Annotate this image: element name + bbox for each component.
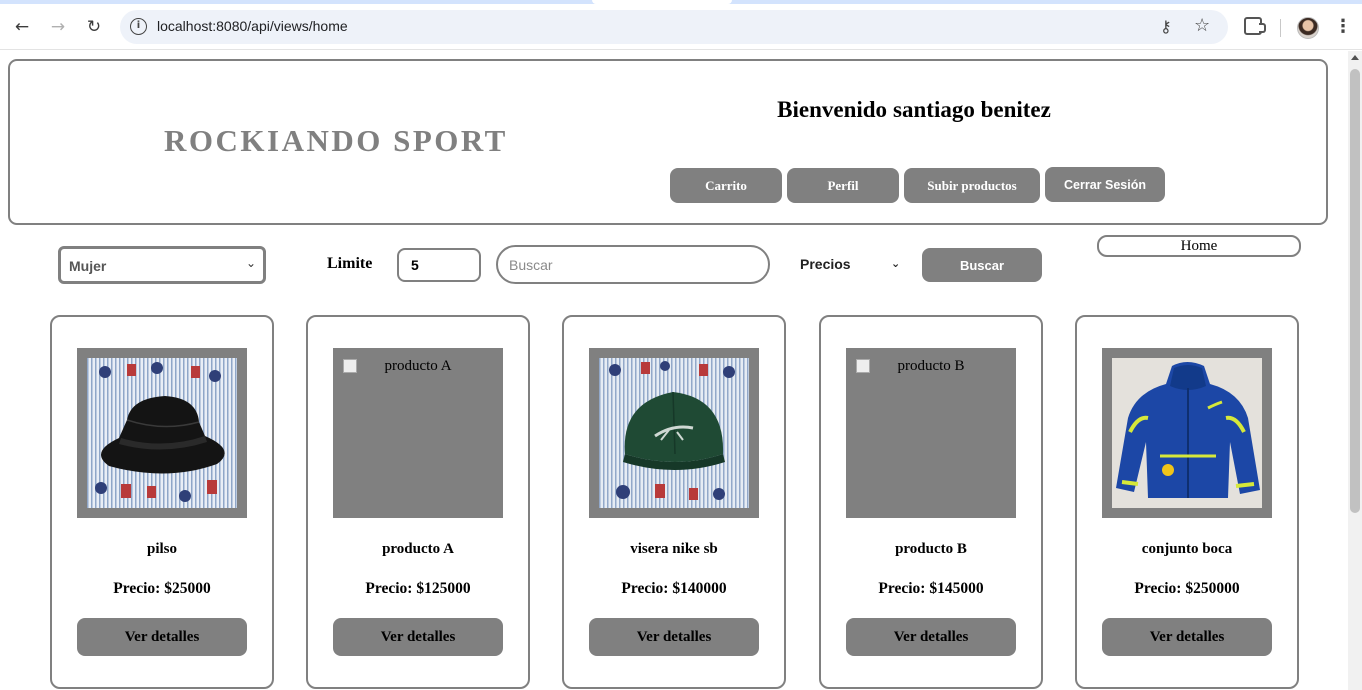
view-details-button[interactable]: Ver detalles	[589, 618, 759, 656]
image-alt-text: producto B	[897, 358, 965, 374]
category-selected-value: Mujer	[69, 258, 107, 274]
product-name: producto A	[382, 541, 454, 557]
product-price: Precio: $25000	[113, 580, 211, 597]
welcome-prefix: Bienvenido	[777, 97, 888, 122]
category-select[interactable]: Mujer ⌄	[58, 246, 266, 284]
profile-avatar[interactable]	[1297, 17, 1319, 39]
price-selected-value: Precios	[800, 256, 851, 272]
welcome-message: Bienvenido santiago benitez	[672, 97, 1162, 123]
browser-toolbar: ← → ↻ i localhost:8080/api/views/home ⚷ …	[0, 4, 1362, 50]
url-text[interactable]: localhost:8080/api/views/home	[157, 18, 348, 34]
home-button[interactable]: Home	[1097, 235, 1301, 257]
product-name: visera nike sb	[630, 541, 718, 557]
product-name: pilso	[146, 541, 177, 557]
forward-arrow-icon[interactable]: →	[46, 15, 70, 39]
chevron-down-icon: ⌄	[891, 257, 901, 270]
limit-input[interactable]: 5	[397, 248, 481, 282]
broken-image-placeholder: producto B	[854, 358, 1008, 375]
search-button[interactable]: Buscar	[922, 248, 1042, 282]
broken-image-icon	[856, 359, 870, 373]
logout-button[interactable]: Cerrar Sesión	[1045, 167, 1165, 202]
product-name: producto B	[895, 541, 967, 557]
cart-button[interactable]: Carrito	[670, 168, 782, 203]
blue-jacket-photo	[1112, 358, 1262, 508]
site-header: ROCKIANDO SPORT Bienvenido santiago benit…	[8, 59, 1328, 225]
browser-menu-icon[interactable]: ⋮	[1334, 15, 1352, 39]
product-price: Precio: $125000	[365, 580, 471, 597]
password-key-icon[interactable]: ⚷	[1160, 17, 1172, 36]
address-bar[interactable]: i localhost:8080/api/views/home ⚷ ☆	[120, 10, 1228, 44]
product-price: Precio: $250000	[1134, 580, 1240, 597]
bucket-hat-photo	[87, 358, 237, 508]
search-placeholder: Buscar	[509, 257, 553, 273]
toolbar-divider	[1280, 19, 1281, 37]
user-name: santiago benitez	[893, 97, 1051, 122]
product-card: producto A producto A Precio: $125000 Ve…	[306, 315, 530, 689]
product-price: Precio: $145000	[878, 580, 984, 597]
price-sort-select[interactable]: Precios ⌄	[800, 256, 904, 276]
page-scrollbar[interactable]	[1348, 51, 1362, 690]
product-image-frame	[589, 348, 759, 518]
limit-label: Limite	[327, 255, 373, 272]
product-price: Precio: $140000	[621, 580, 727, 597]
extensions-puzzle-icon[interactable]	[1244, 17, 1266, 35]
search-input[interactable]: Buscar	[496, 245, 770, 284]
product-image-frame: producto B	[846, 348, 1016, 518]
view-details-button[interactable]: Ver detalles	[333, 618, 503, 656]
product-image-frame	[1102, 348, 1272, 518]
chevron-down-icon: ⌄	[245, 256, 256, 270]
product-card: visera nike sb Precio: $140000 Ver detal…	[562, 315, 786, 689]
product-card: conjunto boca Precio: $250000 Ver detall…	[1075, 315, 1299, 689]
product-name: conjunto boca	[1141, 541, 1233, 557]
view-details-button[interactable]: Ver detalles	[846, 618, 1016, 656]
brand-logo-text: ROCKIANDO SPORT	[164, 123, 508, 158]
green-cap-photo	[599, 358, 749, 508]
profile-button[interactable]: Perfil	[787, 168, 899, 203]
bookmark-star-icon[interactable]: ☆	[1194, 15, 1210, 36]
upload-products-button[interactable]: Subir productos	[904, 168, 1040, 203]
product-image-frame: producto A	[333, 348, 503, 518]
scrollbar-thumb[interactable]	[1350, 69, 1360, 513]
product-card: pilso Precio: $25000 Ver detalles	[50, 315, 274, 689]
scroll-up-arrow-icon[interactable]	[1351, 55, 1359, 60]
back-arrow-icon[interactable]: ←	[10, 15, 34, 39]
broken-image-icon	[343, 359, 357, 373]
view-details-button[interactable]: Ver detalles	[77, 618, 247, 656]
view-details-button[interactable]: Ver detalles	[1102, 618, 1272, 656]
limit-value: 5	[411, 257, 419, 273]
image-alt-text: producto A	[384, 358, 452, 374]
product-image-frame	[77, 348, 247, 518]
product-card: producto B producto B Precio: $145000 Ve…	[819, 315, 1043, 689]
broken-image-placeholder: producto A	[341, 358, 495, 375]
site-info-icon[interactable]: i	[130, 18, 147, 35]
reload-icon[interactable]: ↻	[82, 15, 106, 39]
